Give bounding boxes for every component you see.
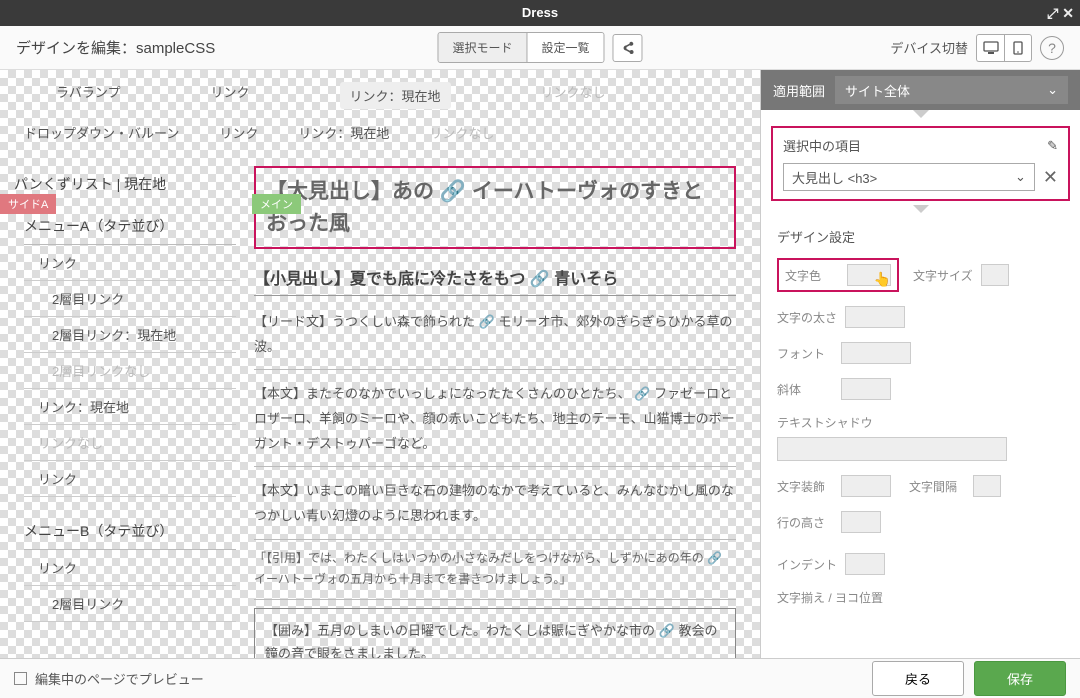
link-icon: 🔗 [440, 180, 466, 203]
device-label: デバイス切替 [890, 38, 968, 57]
save-button[interactable]: 保存 [974, 661, 1066, 696]
mode-select-button[interactable]: 選択モード [438, 33, 527, 62]
close-icon[interactable]: ✕ [1062, 0, 1074, 26]
badge-side: サイドA [0, 194, 56, 214]
tag-link-current[interactable]: リンク：現在地 [340, 82, 451, 109]
device-desktop-button[interactable] [976, 34, 1004, 62]
preview-checkbox[interactable] [14, 672, 27, 685]
chevron-down-icon: ⌄ [1015, 169, 1026, 185]
side-column: パンくずリスト | 現在地 メニューA（タテ並び） リンク2層目リンク2層目リン… [0, 166, 248, 658]
design-panel: 適用範囲 サイト全体 ⌄ 選択中の項目 ✎ 大見出し <h3> ⌄ ✕ デザイン… [760, 70, 1080, 658]
canvas[interactable]: ラバランプ リンク リンク：現在地 リンクなし ドロップダウン・バルーン リンク… [0, 70, 760, 658]
cursor-icon: 👆 [874, 271, 891, 288]
scope-label: 適用範囲 [773, 81, 825, 100]
main-column: 【大見出し】あの 🔗 イーハトーヴォのすきとおった風 【小見出し】夏でも底に冷た… [248, 166, 760, 658]
lead-para[interactable]: 【リード文】うつくしい森で飾られた 🔗 モリーオ市、郊外のぎらぎらひかる草の波。 [254, 306, 736, 370]
badge-main: メイン [252, 194, 301, 214]
lineh-input[interactable] [841, 511, 881, 533]
footer-bar: 編集中のページでプレビュー 戻る 保存 [0, 658, 1080, 698]
menu-item[interactable]: 2層目リンク [24, 281, 236, 317]
share-button[interactable] [613, 34, 643, 62]
selected-element-select[interactable]: 大見出し <h3> ⌄ [783, 163, 1035, 191]
tag-lava[interactable]: ラバランプ [56, 82, 120, 109]
titlebar: Dress ⤢ ✕ [0, 0, 1080, 26]
boxed-para[interactable]: 【囲み】五月のしまいの日曜でした。わたくしは賑にぎやかな市の 🔗 教会の鐘の音で… [254, 608, 736, 658]
menu-item: 2層目リンクなし [24, 353, 236, 389]
clear-selection-button[interactable]: ✕ [1043, 167, 1058, 188]
help-button[interactable]: ? [1040, 36, 1064, 60]
deco-input[interactable] [841, 475, 891, 497]
italic-input[interactable] [841, 378, 891, 400]
menu-item[interactable]: 2層目リンク：現在地 [24, 317, 236, 353]
menu-item[interactable]: 2層目リンク [24, 586, 236, 622]
tag-link2[interactable]: リンク [219, 123, 258, 142]
h3-selection[interactable]: 【大見出し】あの 🔗 イーハトーヴォのすきとおった風 [254, 166, 736, 249]
back-button[interactable]: 戻る [872, 661, 964, 696]
scope-select[interactable]: サイト全体 ⌄ [835, 76, 1068, 104]
tag-link-none: リンクなし [541, 82, 606, 109]
h4-heading[interactable]: 【小見出し】夏でも底に冷たさをもつ 🔗 青いそら [254, 259, 736, 296]
indent-input[interactable] [845, 553, 885, 575]
font-input[interactable] [841, 342, 911, 364]
size-input[interactable] [981, 264, 1009, 286]
menu-b-header[interactable]: メニューB（タテ並び） [24, 513, 236, 550]
body-para-1[interactable]: 【本文】またそのなかでいっしょになったたくさんのひとたち、 🔗 ファゼーロとロザ… [254, 378, 736, 467]
toolbar: デザインを編集：sampleCSS 選択モード 設定一覧 デバイス切替 ? [0, 26, 1080, 70]
tag-dropdown[interactable]: ドロップダウン・バルーン [24, 123, 179, 142]
tag-link[interactable]: リンク [210, 82, 249, 109]
app-title: Dress [522, 5, 558, 20]
shadow-input[interactable] [777, 437, 1007, 461]
edit-title: デザインを編集：sampleCSS [16, 37, 215, 58]
body-para-2[interactable]: 【本文】いまこの暗い巨きな石の建物のなかで考えていると、みんなむかし風のなつかし… [254, 475, 736, 539]
selected-label: 選択中の項目 [783, 136, 861, 155]
menu-item[interactable]: リンク [24, 550, 236, 586]
mode-segment: 選択モード 設定一覧 [437, 32, 604, 63]
preview-label[interactable]: 編集中のページでプレビュー [35, 669, 204, 688]
expand-icon[interactable]: ⤢ [1047, 0, 1058, 26]
spacing-input[interactable] [973, 475, 1001, 497]
chevron-down-icon: ⌄ [1047, 82, 1058, 98]
weight-input[interactable] [845, 306, 905, 328]
mode-list-button[interactable]: 設定一覧 [528, 33, 604, 62]
design-section-title: デザイン設定 [777, 227, 1064, 246]
menu-item[interactable]: リンク [24, 461, 236, 497]
selected-item-box: 選択中の項目 ✎ 大見出し <h3> ⌄ ✕ [771, 126, 1070, 201]
scope-bar: 適用範囲 サイト全体 ⌄ [761, 70, 1080, 110]
device-mobile-button[interactable] [1004, 34, 1032, 62]
tag-link-none2: リンクなし [429, 123, 494, 142]
edit-icon[interactable]: ✎ [1047, 138, 1058, 154]
menu-item: リンクなし [24, 425, 236, 461]
tag-link-current2[interactable]: リンク：現在地 [298, 123, 389, 142]
menu-item[interactable]: リンク [24, 245, 236, 281]
prop-color-highlight[interactable]: 文字色 👆 [777, 258, 899, 292]
menu-item[interactable]: リンク：現在地 [24, 389, 236, 425]
quote-para[interactable]: 「【引用】では、わたくしはいつかの小さなみだしをつけながら、しずかにあの年の 🔗… [254, 548, 736, 600]
breadcrumb[interactable]: パンくずリスト | 現在地 [14, 174, 236, 194]
